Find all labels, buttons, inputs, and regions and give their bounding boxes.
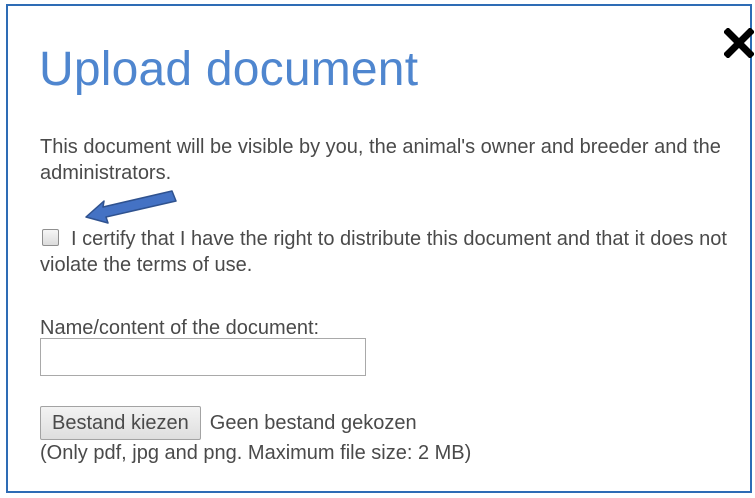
visibility-notice: This document will be visible by you, th…	[40, 136, 721, 184]
file-status-text: Geen bestand gekozen	[209, 411, 417, 434]
document-name-input[interactable]	[40, 338, 366, 376]
file-type-hint: (Only pdf, jpg and png. Maximum file siz…	[40, 442, 472, 464]
choose-file-button[interactable]: Bestand kiezen	[40, 406, 201, 440]
arrow-annotation-icon	[85, 190, 177, 224]
dialog-title: Upload document	[39, 43, 419, 96]
upload-document-dialog: Upload document This document will be vi…	[6, 4, 754, 493]
certify-checkbox[interactable]	[42, 229, 59, 246]
certify-label: I certify that I have the right to distr…	[40, 228, 727, 276]
file-picker: Bestand kiezen Geen bestand gekozen	[40, 406, 417, 440]
close-icon[interactable]	[724, 28, 754, 58]
certify-row: I certify that I have the right to distr…	[40, 226, 740, 278]
